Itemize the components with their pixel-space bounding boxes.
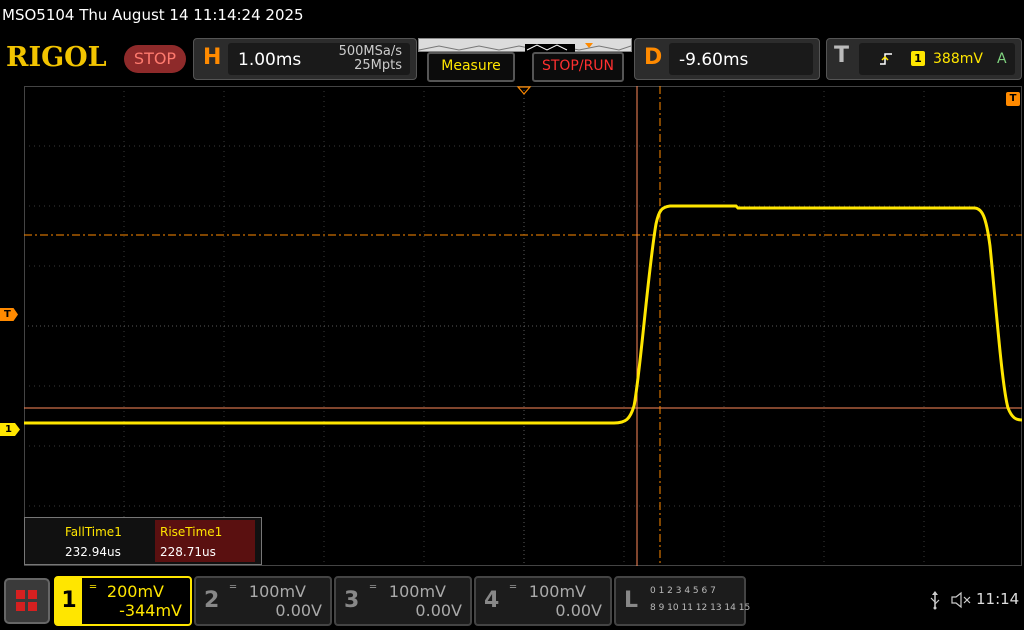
channel-3-scale: 100mV: [388, 582, 446, 601]
rigol-logo: RIGOL: [6, 42, 107, 73]
channel-1-scale: 200mV: [106, 582, 164, 601]
dc-coupling-icon: ═: [230, 582, 237, 593]
channel-1-number: 1: [56, 578, 82, 624]
channel-2-number: 2: [204, 588, 220, 613]
waveform-overview[interactable]: [418, 38, 632, 52]
horizontal-position-marker: T: [1006, 92, 1020, 106]
delay-letter: D: [644, 45, 663, 70]
waveform-canvas: [24, 86, 1023, 566]
window-title: MSO5104 Thu August 14 11:14:24 2025: [2, 6, 304, 24]
run-state-badge[interactable]: STOP: [124, 45, 186, 73]
memory-depth: 25Mpts: [354, 58, 402, 73]
channel-2-scale: 100mV: [248, 582, 306, 601]
fall-time-value: 232.94us: [65, 545, 121, 559]
ch1-offset-marker[interactable]: 1: [0, 423, 20, 436]
channel-4-scale: 100mV: [528, 582, 586, 601]
delay-inner: -9.60ms: [669, 43, 813, 75]
speaker-muted-icon[interactable]: [950, 591, 972, 609]
channel-4-offset: 0.00V: [555, 601, 602, 620]
ch1-waveform: [24, 204, 1023, 425]
delay-value: -9.60ms: [679, 50, 749, 70]
channel-3-number: 3: [344, 588, 360, 613]
horizontal-inner: 1.00ms 500MSa/s 25Mpts: [228, 43, 410, 75]
trigger-level-marker-label: T: [4, 309, 11, 320]
trigger-settings[interactable]: T 1 388mV A: [826, 38, 1022, 80]
measurement-panel[interactable]: FallTime1 232.94us RiseTime1 228.71us: [24, 517, 262, 565]
trigger-letter: T: [834, 43, 850, 68]
channel-3-offset: 0.00V: [415, 601, 462, 620]
trigger-mode: A: [997, 51, 1007, 67]
fall-time-label: FallTime1: [65, 525, 122, 539]
waveform-display[interactable]: T: [24, 86, 1023, 566]
sample-rate: 500MSa/s: [338, 44, 402, 59]
horizontal-settings[interactable]: H 1.00ms 500MSa/s 25Mpts: [193, 38, 417, 80]
position-marker-label: T: [1009, 93, 1017, 104]
dc-coupling-icon: ═: [370, 582, 377, 593]
center-axes: [24, 86, 1022, 566]
usb-icon: [930, 591, 940, 610]
rising-edge-icon: [880, 53, 892, 65]
rise-time-value: 228.71us: [160, 545, 216, 559]
menu-grid-icon: [16, 590, 37, 611]
measure-button[interactable]: Measure: [427, 52, 515, 82]
channel-1-box[interactable]: 1 ═ 200mV -344mV: [54, 576, 192, 626]
stop-run-button[interactable]: STOP/RUN: [532, 52, 624, 82]
trigger-inner: 1 388mV A: [859, 43, 1015, 75]
main-menu-button[interactable]: [4, 578, 50, 624]
logic-channels-box[interactable]: L 0 1 2 3 4 5 6 7 8 9 10 11 12 13 14 15: [614, 576, 750, 626]
dc-coupling-icon: ═: [90, 582, 97, 593]
ch1-offset-marker-label: 1: [5, 424, 12, 435]
channel-4-box[interactable]: 4 ═ 100mV 0.00V: [474, 576, 612, 626]
trigger-level: 388mV: [933, 51, 983, 67]
delay-settings[interactable]: D -9.60ms: [634, 38, 820, 80]
title-bar: MSO5104 Thu August 14 11:14:24 2025: [0, 0, 1024, 34]
logic-row-1: 0 1 2 3 4 5 6 7: [650, 586, 716, 596]
channel-2-box[interactable]: 2 ═ 100mV 0.00V: [194, 576, 332, 626]
trigger-level-marker[interactable]: T: [0, 308, 18, 321]
logic-row-2: 8 9 10 11 12 13 14 15: [650, 603, 751, 613]
trigger-source: 1: [911, 51, 925, 66]
clock-time: 11:14: [976, 590, 1020, 608]
channel-3-box[interactable]: 3 ═ 100mV 0.00V: [334, 576, 472, 626]
channel-2-offset: 0.00V: [275, 601, 322, 620]
dc-coupling-icon: ═: [510, 582, 517, 593]
rise-time-label: RiseTime1: [160, 525, 223, 539]
logic-letter: L: [624, 588, 639, 613]
channel-1-offset: -344mV: [119, 601, 182, 620]
channel-4-number: 4: [484, 588, 500, 613]
timebase-value: 1.00ms: [238, 50, 302, 70]
horizontal-letter: H: [203, 45, 222, 70]
